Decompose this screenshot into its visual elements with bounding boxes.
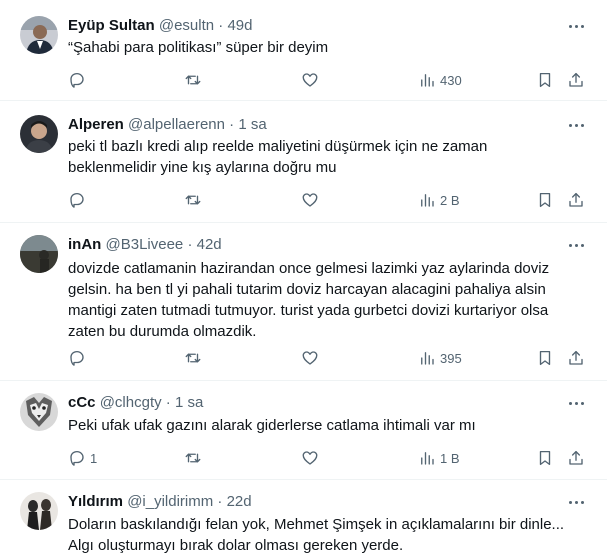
- timestamp[interactable]: 49d: [227, 17, 252, 34]
- bookmark-icon: [539, 350, 551, 366]
- tweet-text: “Şahabi para politikası” süper bir deyim: [68, 39, 329, 56]
- display-name[interactable]: Eyüp Sultan: [68, 17, 155, 34]
- timestamp[interactable]: 42d: [197, 236, 222, 253]
- views-button[interactable]: 1 B: [418, 449, 460, 467]
- tweet-text: dovizde catlamanin hazirandan once gelme…: [68, 260, 550, 340]
- tweet-header: cCc @clhcgty · 1 sa: [68, 394, 203, 412]
- share-icon: [569, 450, 583, 465]
- separator: ·: [229, 116, 235, 133]
- share-icon: [569, 72, 583, 87]
- more-icon[interactable]: [566, 493, 586, 511]
- views-button[interactable]: 395: [418, 349, 462, 367]
- avatar[interactable]: [20, 393, 58, 431]
- retweet-icon: [185, 353, 201, 363]
- like-button[interactable]: [301, 71, 319, 89]
- views-button[interactable]: 2 B: [418, 191, 460, 209]
- reply-icon: [70, 72, 84, 88]
- retweet-button[interactable]: [184, 449, 202, 467]
- display-name[interactable]: inAn: [68, 236, 101, 253]
- tweet-header: Alperen @alpellaerenn · 1 sa: [68, 116, 267, 134]
- view-count: 430: [440, 72, 462, 88]
- bookmark-icon: [539, 450, 551, 466]
- reply-button[interactable]: 1: [68, 449, 97, 467]
- tweet-text: Peki ufak ufak gazını alarak giderlerse …: [68, 417, 476, 434]
- retweet-button[interactable]: [184, 191, 202, 209]
- avatar[interactable]: [20, 235, 58, 273]
- tweet[interactable]: Yıldırım @i_yildirimm · 22d Doların bask…: [0, 480, 607, 558]
- separator: ·: [165, 394, 171, 411]
- views-icon: [421, 352, 434, 365]
- separator: ·: [217, 493, 223, 510]
- tweet-header: Yıldırım @i_yildirimm · 22d: [68, 493, 252, 511]
- more-icon[interactable]: [566, 394, 586, 412]
- tweet-text: Doların baskılandığı felan yok, Mehmet Ş…: [68, 516, 565, 554]
- share-button[interactable]: [567, 349, 585, 367]
- bookmark-icon: [539, 192, 551, 208]
- share-button[interactable]: [567, 191, 585, 209]
- view-count: 1 B: [440, 450, 460, 466]
- views-button[interactable]: 430: [418, 71, 462, 89]
- user-handle[interactable]: @i_yildirimm: [127, 493, 213, 510]
- avatar[interactable]: [20, 492, 58, 530]
- retweet-button[interactable]: [184, 349, 202, 367]
- timestamp[interactable]: 1 sa: [238, 116, 266, 133]
- display-name[interactable]: Yıldırım: [68, 493, 123, 510]
- views-icon: [421, 452, 434, 465]
- share-button[interactable]: [567, 449, 585, 467]
- tweet[interactable]: Eyüp Sultan @esultn · 49d “Şahabi para p…: [0, 0, 607, 100]
- view-count: 2 B: [440, 192, 460, 208]
- like-button[interactable]: [301, 191, 319, 209]
- reply-icon: [70, 350, 84, 366]
- timestamp[interactable]: 22d: [227, 493, 252, 510]
- user-handle[interactable]: @B3Liveee: [106, 236, 184, 253]
- bookmark-button[interactable]: [536, 349, 554, 367]
- avatar[interactable]: [20, 115, 58, 153]
- reply-button[interactable]: [68, 71, 90, 89]
- reply-button[interactable]: [68, 191, 90, 209]
- like-button[interactable]: [301, 449, 319, 467]
- reply-icon: [70, 192, 84, 208]
- share-icon: [569, 350, 583, 365]
- display-name[interactable]: cCc: [68, 394, 96, 411]
- retweet-icon: [185, 453, 201, 463]
- like-icon: [302, 451, 318, 465]
- tweet[interactable]: Alperen @alpellaerenn · 1 sa peki tl baz…: [0, 101, 607, 222]
- views-icon: [421, 194, 434, 207]
- tweet-header: inAn @B3Liveee · 42d: [68, 236, 222, 254]
- reply-button[interactable]: [68, 349, 90, 367]
- like-icon: [302, 73, 318, 87]
- share-button[interactable]: [567, 71, 585, 89]
- user-handle[interactable]: @alpellaerenn: [128, 116, 225, 133]
- retweet-icon: [185, 75, 201, 85]
- separator: ·: [187, 236, 193, 253]
- tweet[interactable]: cCc @clhcgty · 1 sa Peki ufak ufak gazın…: [0, 381, 607, 479]
- bookmark-button[interactable]: [536, 449, 554, 467]
- separator: ·: [218, 17, 224, 34]
- bookmark-icon: [539, 72, 551, 88]
- bookmark-button[interactable]: [536, 191, 554, 209]
- more-icon[interactable]: [566, 116, 586, 134]
- user-handle[interactable]: @clhcgty: [100, 394, 162, 411]
- user-handle[interactable]: @esultn: [159, 17, 214, 34]
- like-button[interactable]: [301, 349, 319, 367]
- tweet[interactable]: inAn @B3Liveee · 42d dovizde catlamanin …: [0, 223, 607, 380]
- more-icon[interactable]: [566, 236, 586, 254]
- like-icon: [302, 351, 318, 365]
- bookmark-button[interactable]: [536, 71, 554, 89]
- share-icon: [569, 192, 583, 207]
- views-icon: [421, 74, 434, 87]
- avatar[interactable]: [20, 16, 58, 54]
- view-count: 395: [440, 350, 462, 366]
- retweet-button[interactable]: [184, 71, 202, 89]
- tweet-header: Eyüp Sultan @esultn · 49d: [68, 17, 253, 35]
- tweet-text: peki tl bazlı kredi alıp reelde maliyeti…: [68, 138, 488, 176]
- more-icon[interactable]: [566, 17, 586, 35]
- retweet-icon: [185, 195, 201, 205]
- like-icon: [302, 193, 318, 207]
- reply-icon: [70, 450, 84, 466]
- timestamp[interactable]: 1 sa: [175, 394, 203, 411]
- display-name[interactable]: Alperen: [68, 116, 124, 133]
- reply-count: 1: [90, 450, 98, 466]
